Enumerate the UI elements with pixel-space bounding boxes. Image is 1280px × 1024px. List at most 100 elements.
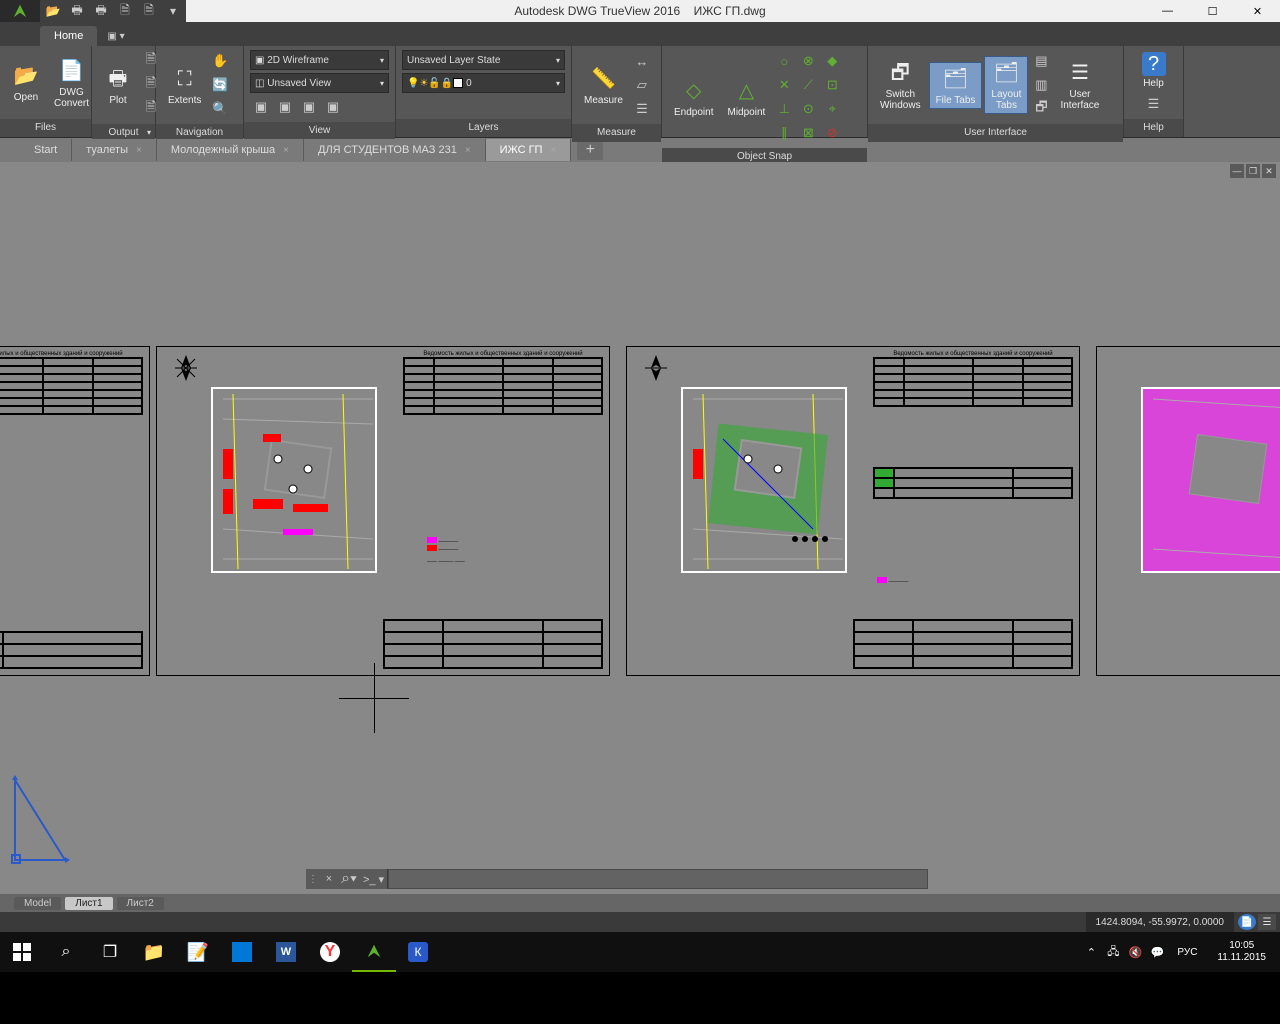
tile-h-icon[interactable]: ▤ xyxy=(1030,50,1052,72)
qat-print-icon[interactable]: 🖶 xyxy=(92,2,110,20)
perpendicular-icon[interactable]: ⊥ xyxy=(773,98,795,120)
plot-lock-icon: 🔒 xyxy=(441,78,453,89)
close-icon[interactable]: × xyxy=(136,145,142,156)
canvas-restore-icon[interactable]: ❐ xyxy=(1246,164,1260,178)
file-explorer-icon[interactable]: 📁 xyxy=(132,932,176,972)
compass-app-icon[interactable]: К xyxy=(396,932,440,972)
yandex-icon[interactable]: Y xyxy=(308,932,352,972)
nearest-icon[interactable]: ⌖ xyxy=(821,98,843,120)
extension-icon[interactable]: ⟋ xyxy=(797,74,819,96)
drawing-canvas[interactable]: — ❐ ✕ Ведомость жилых и общественных зда… xyxy=(0,162,1280,912)
view-front-icon[interactable]: ▣ xyxy=(274,96,296,118)
layout-tabs-button[interactable]: 🗂 Layout Tabs xyxy=(984,56,1028,114)
intersection-icon[interactable]: ✕ xyxy=(773,74,795,96)
volume-icon[interactable]: 🔇 xyxy=(1127,944,1143,960)
clock[interactable]: 10:05 11.11.2015 xyxy=(1209,940,1274,964)
trueview-icon[interactable] xyxy=(352,932,396,972)
layout-tab-1[interactable]: Лист1 xyxy=(65,897,112,910)
center-icon[interactable]: ○ xyxy=(773,50,795,72)
close-icon[interactable]: × xyxy=(550,145,556,156)
qat-preview-icon[interactable]: 🗎 xyxy=(116,2,134,20)
notepad-icon[interactable]: 📝 xyxy=(176,932,220,972)
qat-open-icon[interactable]: 📂 xyxy=(44,2,62,20)
endpoint-button[interactable]: ◇ Endpoint xyxy=(668,75,719,120)
view-side-icon[interactable]: ▣ xyxy=(298,96,320,118)
switch-windows-button[interactable]: 🗗 Switch Windows xyxy=(874,57,927,113)
new-tab-button[interactable]: + xyxy=(577,140,603,160)
file-tabs-button[interactable]: 🗂 File Tabs xyxy=(929,62,983,109)
status-bar: 1424.8094, -55.9972, 0.0000 📄 ☰ xyxy=(0,912,1280,932)
layout-tab-model[interactable]: Model xyxy=(14,897,61,910)
customize-button[interactable]: ☰ xyxy=(1258,914,1276,930)
doc-tab-3[interactable]: ДЛЯ СТУДЕНТОВ МАЗ 231 × xyxy=(304,139,486,161)
orbit-icon[interactable]: 🔄 xyxy=(209,74,231,96)
insertion-icon[interactable]: ⊡ xyxy=(821,74,843,96)
network-icon[interactable]: 🖧 xyxy=(1105,944,1121,960)
word-icon[interactable]: W xyxy=(264,932,308,972)
visual-style-dropdown[interactable]: ▣ 2D Wireframe▾ xyxy=(250,50,389,70)
search-icon[interactable]: ⌕ xyxy=(44,932,88,972)
saved-view-dropdown[interactable]: ◫ Unsaved View▾ xyxy=(250,73,389,93)
cascade-icon[interactable]: 🗗 xyxy=(1030,98,1052,120)
canvas-minimize-icon[interactable]: — xyxy=(1230,164,1244,178)
ribbon-tab-home[interactable]: Home xyxy=(40,26,97,46)
close-icon[interactable]: × xyxy=(283,145,289,156)
distance-icon[interactable]: ↔ xyxy=(631,50,653,72)
layer-state-dropdown[interactable]: Unsaved Layer State▾ xyxy=(402,50,565,70)
tile-v-icon[interactable]: ▥ xyxy=(1030,74,1052,96)
doc-tab-2[interactable]: Молодежный крыша× xyxy=(157,139,304,161)
cmd-options-icon[interactable]: ⌕▾ xyxy=(338,869,360,889)
maximize-button[interactable]: ☐ xyxy=(1190,0,1235,22)
view-top-icon[interactable]: ▣ xyxy=(250,96,272,118)
qat-dropdown-icon[interactable]: ▾ xyxy=(164,2,182,20)
action-center-icon[interactable]: 💬 xyxy=(1149,944,1165,960)
layer-dropdown[interactable]: 💡 ☀ 🔓 🔒 0▾ xyxy=(402,73,565,93)
zoom-icon[interactable]: 🔍 xyxy=(209,98,231,120)
parallel-icon[interactable]: ∥ xyxy=(773,122,795,144)
open-button[interactable]: 📂 Open xyxy=(6,60,46,105)
close-button[interactable]: ✕ xyxy=(1235,0,1280,22)
apparent-icon[interactable]: ⊠ xyxy=(797,122,819,144)
plot-button[interactable]: 🖶 Plot xyxy=(98,63,138,108)
canvas-close-icon[interactable]: ✕ xyxy=(1262,164,1276,178)
pan-icon[interactable]: ✋ xyxy=(209,50,231,72)
doc-tab-1[interactable]: туалеты× xyxy=(72,139,157,161)
about-icon[interactable]: ☰ xyxy=(1143,93,1165,115)
ribbon-flyout-icon[interactable]: ▣ ▾ xyxy=(97,27,134,46)
qat-save-icon[interactable]: 🖶 xyxy=(68,2,86,20)
language-indicator[interactable]: РУС xyxy=(1171,947,1203,958)
measure-button[interactable]: 📏 Measure xyxy=(578,63,629,108)
tangent-icon[interactable]: ⊙ xyxy=(797,98,819,120)
extents-button[interactable]: ⛶ Extents xyxy=(162,63,207,108)
close-icon[interactable]: × xyxy=(465,145,471,156)
list-icon[interactable]: ☰ xyxy=(631,98,653,120)
qat-publish-icon[interactable]: 🗎 xyxy=(140,2,158,20)
coordinates-display[interactable]: 1424.8094, -55.9972, 0.0000 xyxy=(1086,912,1234,932)
doc-tab-start[interactable]: Start xyxy=(20,139,72,161)
none-icon[interactable]: ⊘ xyxy=(821,122,843,144)
tray-chevron-icon[interactable]: ⌃ xyxy=(1083,944,1099,960)
area-icon[interactable]: ▱ xyxy=(631,74,653,96)
user-interface-button[interactable]: ☰ User Interface xyxy=(1054,57,1105,113)
app-icon-1[interactable] xyxy=(220,932,264,972)
minimize-button[interactable]: — xyxy=(1145,0,1190,22)
cmd-prompt-icon[interactable]: >_ ▾ xyxy=(360,869,388,889)
quadrant-icon[interactable]: ◆ xyxy=(821,50,843,72)
layout-tab-2[interactable]: Лист2 xyxy=(117,897,164,910)
midpoint-button[interactable]: △ Midpoint xyxy=(721,75,771,120)
windows-taskbar: ⌕ ❐ 📁 📝 W Y К ⌃ 🖧 🔇 💬 РУС 10:05 11.11.20… xyxy=(0,932,1280,972)
app-logo[interactable] xyxy=(0,0,40,22)
view-iso-icon[interactable]: ▣ xyxy=(322,96,344,118)
command-input[interactable] xyxy=(388,869,928,889)
task-view-icon[interactable]: ❐ xyxy=(88,932,132,972)
dwg-convert-button[interactable]: 📄 DWG Convert xyxy=(48,55,95,111)
cmd-close-icon[interactable]: × xyxy=(320,869,338,889)
doc-tab-4[interactable]: ИЖС ГП× xyxy=(486,139,572,161)
start-button[interactable] xyxy=(0,932,44,972)
cmd-grip-icon[interactable]: ⋮ xyxy=(306,869,320,889)
paper-button[interactable]: 📄 xyxy=(1238,914,1256,930)
node-icon[interactable]: ⊗ xyxy=(797,50,819,72)
sheet-0: Ведомость жилых и общественных зданий и … xyxy=(0,346,150,676)
help-button[interactable]: ? Help xyxy=(1136,50,1172,91)
doc-tab-3-label: ДЛЯ СТУДЕНТОВ МАЗ 231 xyxy=(318,144,457,156)
